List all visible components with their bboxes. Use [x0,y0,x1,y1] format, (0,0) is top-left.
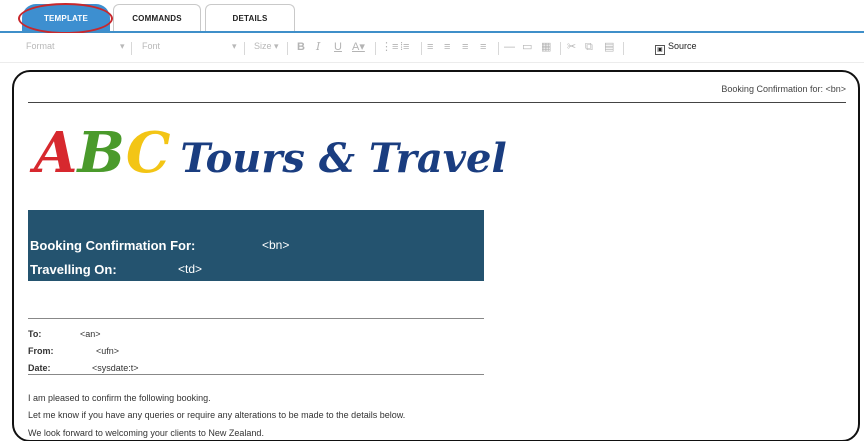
tab-template[interactable]: TEMPLATE [22,4,110,32]
italic-icon[interactable]: I [316,40,320,54]
toolbar-separator [244,42,245,55]
meta-bottom-divider [28,374,484,375]
align-left-icon[interactable]: ≡ [427,40,433,54]
font-dropdown[interactable]: Font [142,41,160,51]
bulleted-list-icon[interactable]: ⁞≡ [400,40,409,54]
bold-icon[interactable]: B [297,40,305,54]
tab-details[interactable]: DETAILS [205,4,295,32]
header-divider [28,102,846,103]
toolbar-separator [131,42,132,55]
confirmation-banner: Booking Confirmation For: <bn> Travellin… [28,210,484,281]
booking-header-text: Booking Confirmation for: <bn> [721,84,846,94]
source-icon: ▣ [655,45,665,55]
from-label: From: [28,346,54,356]
source-button[interactable]: ▣ Source [655,41,697,55]
format-label: Format [26,41,55,51]
font-label: Font [142,41,161,51]
travel-label: Travelling On: [30,262,117,277]
size-dropdown[interactable]: Size ▾ [254,41,279,52]
source-label: Source [668,41,697,51]
logo-letter-a: A [34,120,78,186]
copy-icon[interactable]: ⧉ [585,40,593,54]
numbered-list-icon[interactable]: ⋮≡ [381,40,398,54]
font-chevron-icon[interactable]: ▾ [232,41,237,52]
format-chevron-icon[interactable]: ▾ [120,41,125,52]
toolbar-separator [560,42,561,55]
travel-value: <td> [178,262,203,276]
booking-label: Booking Confirmation For: [30,238,196,253]
tab-commands[interactable]: COMMANDS [113,4,201,32]
logo-letter-c: C [125,120,171,186]
body-paragraph-1: I am pleased to confirm the following bo… [28,393,211,403]
editor-canvas[interactable]: Booking Confirmation for: <bn> ABC Tours … [12,70,860,441]
horizontal-line-icon[interactable]: — [504,40,515,54]
image-icon[interactable]: ▭ [522,40,532,54]
align-center-icon[interactable]: ≡ [444,40,450,54]
meta-row-date: Date: <sysdate:t> [28,363,139,373]
justify-icon[interactable]: ≡ [480,40,486,54]
toolbar-separator [421,42,422,55]
body-paragraph-3: We look forward to welcoming your client… [28,428,264,438]
paste-icon[interactable]: ▤ [604,40,614,54]
company-logo: ABC Tours & Travel [34,120,507,186]
align-right-icon[interactable]: ≡ [462,40,468,54]
cut-icon[interactable]: ✂ [567,40,576,54]
date-label: Date: [28,363,51,373]
from-value: <ufn> [96,346,120,356]
meta-row-from: From: <ufn> [28,346,119,356]
body-paragraph-2: Let me know if you have any queries or r… [28,410,406,420]
to-label: To: [28,329,42,339]
editor-toolbar: Format ▾ Font ▾ Size ▾ B I U A▾ ⋮≡ ⁞≡ ≡ … [0,33,864,63]
meta-row-to: To: <an> [28,329,101,339]
tab-bar: TEMPLATE COMMANDS DETAILS [0,0,864,34]
table-icon[interactable]: ▦ [541,40,551,54]
size-label: Size [254,41,272,51]
logo-text: Tours & Travel [180,135,507,182]
format-dropdown[interactable]: Format [26,41,55,51]
toolbar-separator [498,42,499,55]
date-value: <sysdate:t> [92,363,139,373]
to-value: <an> [80,329,101,339]
underline-icon[interactable]: U [334,40,342,54]
booking-value: <bn> [262,238,290,252]
logo-letter-b: B [77,120,126,186]
meta-top-divider [28,318,484,319]
toolbar-separator [623,42,624,55]
toolbar-separator [375,42,376,55]
toolbar-separator [287,42,288,55]
text-color-icon[interactable]: A▾ [352,40,365,54]
